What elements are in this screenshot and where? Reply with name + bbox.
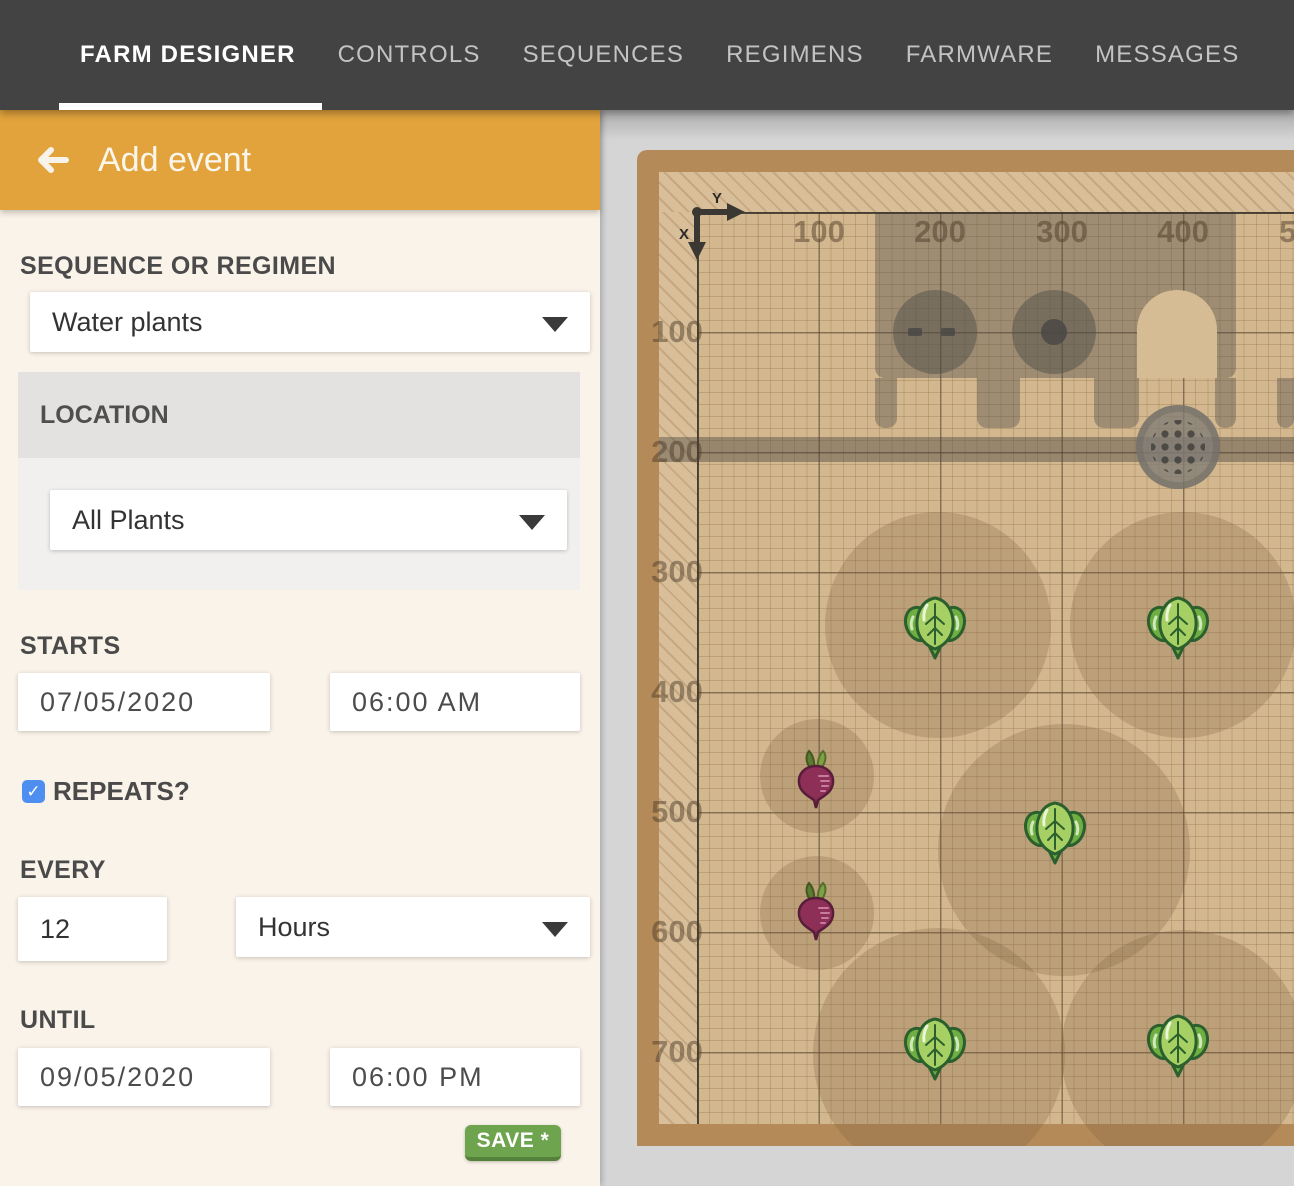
nav-item-messages[interactable]: MESSAGES: [1095, 0, 1239, 110]
beet-plant-icon[interactable]: [794, 880, 838, 942]
nav-item-sequences[interactable]: SEQUENCES: [523, 0, 685, 110]
tool-bay-column: [1277, 378, 1294, 428]
starts-time-input[interactable]: 06:00 AM: [330, 673, 580, 731]
utm-tool-head: [1136, 405, 1220, 489]
until-time-value: 06:00 PM: [352, 1062, 484, 1093]
panel-header: Add event: [0, 110, 600, 210]
sequence-value: Water plants: [52, 307, 203, 338]
until-time-input[interactable]: 06:00 PM: [330, 1048, 580, 1106]
every-unit-value: Hours: [258, 912, 330, 943]
garden-bed[interactable]: Y X 100 200 300 400 500 100 200 300 400 500 600 700…: [637, 150, 1294, 1146]
starts-label: STARTS: [20, 632, 121, 661]
repeats-label: REPEATS?: [53, 776, 190, 807]
location-dropdown[interactable]: All Plants: [50, 490, 567, 550]
tool-slot-seeder[interactable]: [1012, 290, 1096, 374]
repeats-checkbox[interactable]: ✓: [22, 780, 45, 803]
check-icon: ✓: [26, 782, 40, 802]
spinach-plant-icon[interactable]: [903, 1015, 967, 1083]
spinach-plant-icon[interactable]: [1146, 594, 1210, 662]
y-axis-tick-label: 300: [1036, 214, 1088, 250]
nav-item-farmware[interactable]: FARMWARE: [906, 0, 1053, 110]
y-axis-tick-label: 500: [1279, 214, 1294, 250]
until-date-input[interactable]: 09/05/2020: [18, 1048, 270, 1106]
x-axis-tick-label: 200: [651, 434, 703, 470]
x-axis-tick-label: 400: [651, 674, 703, 710]
tool-bay-column: [875, 378, 897, 428]
y-axis-tick-label: 400: [1157, 214, 1209, 250]
spinach-plant-icon[interactable]: [903, 594, 967, 662]
x-axis-tick-label: 700: [651, 1034, 703, 1070]
back-arrow-icon[interactable]: [30, 137, 76, 183]
every-label: EVERY: [20, 856, 106, 885]
utm-dot-grid: [1151, 420, 1205, 474]
page-title: Add event: [98, 141, 251, 180]
location-label: LOCATION: [40, 401, 169, 430]
sequence-label: SEQUENCE OR REGIMEN: [20, 252, 336, 281]
chevron-down-icon: [542, 922, 568, 937]
spinach-plant-icon[interactable]: [1023, 799, 1087, 867]
nav-item-regimens[interactable]: REGIMENS: [726, 0, 864, 110]
every-value-input[interactable]: 12: [18, 897, 167, 961]
until-label: UNTIL: [20, 1006, 96, 1035]
x-axis-tick-label: 100: [651, 314, 703, 350]
x-axis-tick-label: 600: [651, 914, 703, 950]
chevron-down-icon: [519, 515, 545, 530]
save-button[interactable]: SAVE *: [465, 1125, 561, 1161]
seed-trough-slot: [1137, 290, 1217, 378]
every-value: 12: [40, 914, 70, 945]
y-axis-tick-label: 100: [793, 214, 845, 250]
starts-date-value: 07/05/2020: [40, 687, 195, 718]
sequence-dropdown[interactable]: Water plants: [30, 292, 590, 352]
chevron-down-icon: [542, 317, 568, 332]
location-section: LOCATION All Plants: [18, 372, 580, 590]
until-date-value: 09/05/2020: [40, 1062, 195, 1093]
tool-bay-column: [1215, 378, 1236, 428]
spinach-plant-icon[interactable]: [1146, 1012, 1210, 1080]
top-nav: FARM DESIGNER CONTROLS SEQUENCES REGIMENS FA…: [0, 0, 1294, 110]
add-event-panel: Add event SEQUENCE OR REGIMEN Water plan…: [0, 110, 600, 1186]
location-header: LOCATION: [18, 372, 580, 458]
tool-slot-weeder[interactable]: [893, 290, 977, 374]
map-area: Y X 100 200 300 400 500 100 200 300 400 500 600 700…: [600, 110, 1294, 1186]
every-unit-dropdown[interactable]: Hours: [236, 897, 590, 957]
y-axis-tick-label: 200: [914, 214, 966, 250]
nav-item-farm-designer[interactable]: FARM DESIGNER: [80, 0, 296, 110]
tool-bay-column: [1094, 378, 1139, 428]
x-axis-letter: X: [679, 226, 689, 243]
nav-item-controls[interactable]: CONTROLS: [338, 0, 481, 110]
starts-date-input[interactable]: 07/05/2020: [18, 673, 270, 731]
x-axis-tick-label: 500: [651, 794, 703, 830]
location-value: All Plants: [72, 505, 185, 536]
x-axis-tick-label: 300: [651, 554, 703, 590]
y-axis-letter: Y: [712, 190, 722, 207]
beet-plant-icon[interactable]: [794, 748, 838, 810]
tool-bay-column: [977, 378, 1020, 428]
starts-time-value: 06:00 AM: [352, 687, 482, 718]
